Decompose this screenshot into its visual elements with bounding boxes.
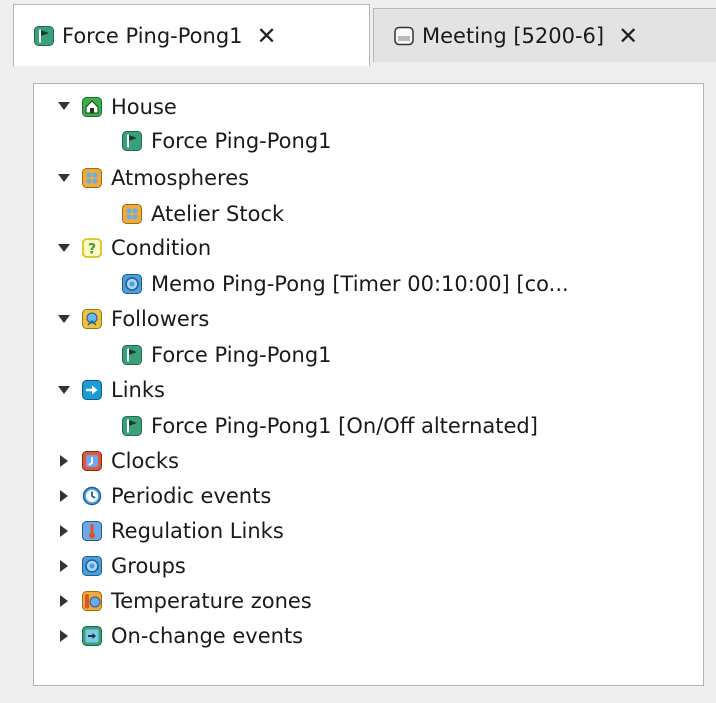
tree-item-label: Regulation Links [111, 519, 284, 543]
tree-item-regulation-links[interactable]: Regulation Links [82, 514, 284, 548]
tree-item-links[interactable]: Links [82, 373, 165, 407]
flag-icon [34, 25, 54, 46]
tree-item-followers[interactable]: Followers [82, 302, 209, 336]
periodic-icon [82, 486, 102, 506]
memo-icon [122, 274, 142, 294]
collapse-arrow-icon[interactable] [60, 525, 68, 537]
tree-item-label: House [111, 95, 177, 119]
flag-icon [122, 416, 142, 436]
collapse-arrow-icon[interactable] [60, 630, 68, 642]
svg-text:?: ? [88, 242, 96, 258]
tree-item-label: Periodic events [111, 484, 272, 508]
tree-item-label: Links [111, 378, 165, 402]
on-change-icon [82, 626, 102, 646]
tree-item-label: Condition [111, 236, 212, 260]
tree-item-label: On-change events [111, 624, 304, 648]
atmosphere-icon [122, 204, 142, 224]
expand-arrow-icon[interactable] [58, 315, 70, 323]
tree-item-clocks[interactable]: Clocks [82, 444, 179, 478]
thermometer-icon [82, 521, 102, 541]
flag-icon [122, 131, 142, 151]
tab-meeting[interactable]: Meeting [5200-6] ✕ [373, 8, 716, 62]
close-icon[interactable]: ✕ [257, 24, 277, 48]
tree-item-label: Clocks [111, 449, 179, 473]
tree-item-force-ping-pong1[interactable]: Force Ping-Pong1 [122, 124, 332, 158]
groups-icon [82, 556, 102, 576]
tree-item-periodic-events[interactable]: Periodic events [82, 479, 271, 513]
tree-item-groups[interactable]: Groups [82, 549, 186, 583]
collapse-arrow-icon[interactable] [60, 595, 68, 607]
tree-item-label: Atelier Stock [151, 202, 285, 226]
tree-panel: House Force Ping-Pong1 Atmospheres Ateli… [33, 83, 704, 686]
tree-item-atelier-stock[interactable]: Atelier Stock [122, 197, 284, 231]
expand-arrow-icon[interactable] [58, 386, 70, 394]
tab-label: Meeting [5200-6] [422, 23, 605, 48]
tree-item-on-change-events[interactable]: On-change events [82, 619, 303, 653]
tree-item-label: Force Ping-Pong1 [151, 129, 332, 153]
expand-arrow-icon[interactable] [58, 102, 70, 110]
question-icon: ? [82, 238, 102, 258]
atmosphere-icon [82, 168, 102, 188]
tree-item-memo-ping-pong[interactable]: Memo Ping-Pong [Timer 00:10:00] [co... [122, 267, 569, 301]
tree-item-label: Followers [111, 307, 210, 331]
followers-icon [82, 309, 102, 329]
link-arrow-icon [82, 380, 102, 400]
flag-icon [122, 345, 142, 365]
tab-label: Force Ping-Pong1 [62, 23, 243, 48]
expand-arrow-icon[interactable] [58, 244, 70, 252]
tab-force-ping-pong1[interactable]: Force Ping-Pong1 ✕ [13, 4, 370, 66]
expand-arrow-icon[interactable] [58, 174, 70, 182]
house-icon [82, 97, 102, 117]
tree-item-label: Temperature zones [111, 589, 312, 613]
tree-item-label: Atmospheres [111, 166, 250, 190]
collapse-arrow-icon[interactable] [60, 560, 68, 572]
tree-item-label: Groups [111, 554, 186, 578]
temperature-zone-icon [82, 591, 102, 611]
tree-item-label: Force Ping-Pong1 [On/Off alternated] [151, 414, 538, 438]
tab-bar: Force Ping-Pong1 ✕ Meeting [5200-6] ✕ [13, 4, 716, 66]
tree-item-label: Force Ping-Pong1 [151, 343, 332, 367]
scenario-icon [394, 26, 414, 46]
tree-item-atmospheres[interactable]: Atmospheres [82, 161, 249, 195]
clock-icon [82, 451, 102, 471]
tree-item-force-ping-pong1-link[interactable]: Force Ping-Pong1 [On/Off alternated] [122, 409, 538, 443]
close-icon[interactable]: ✕ [618, 24, 638, 48]
collapse-arrow-icon[interactable] [60, 455, 68, 467]
collapse-arrow-icon[interactable] [60, 490, 68, 502]
tree-item-temperature-zones[interactable]: Temperature zones [82, 584, 312, 618]
tree-item-force-ping-pong1-follower[interactable]: Force Ping-Pong1 [122, 338, 332, 372]
tree-item-house[interactable]: House [82, 90, 177, 124]
tree-item-label: Memo Ping-Pong [Timer 00:10:00] [co... [151, 272, 569, 296]
tree-item-condition[interactable]: ? Condition [82, 231, 211, 265]
